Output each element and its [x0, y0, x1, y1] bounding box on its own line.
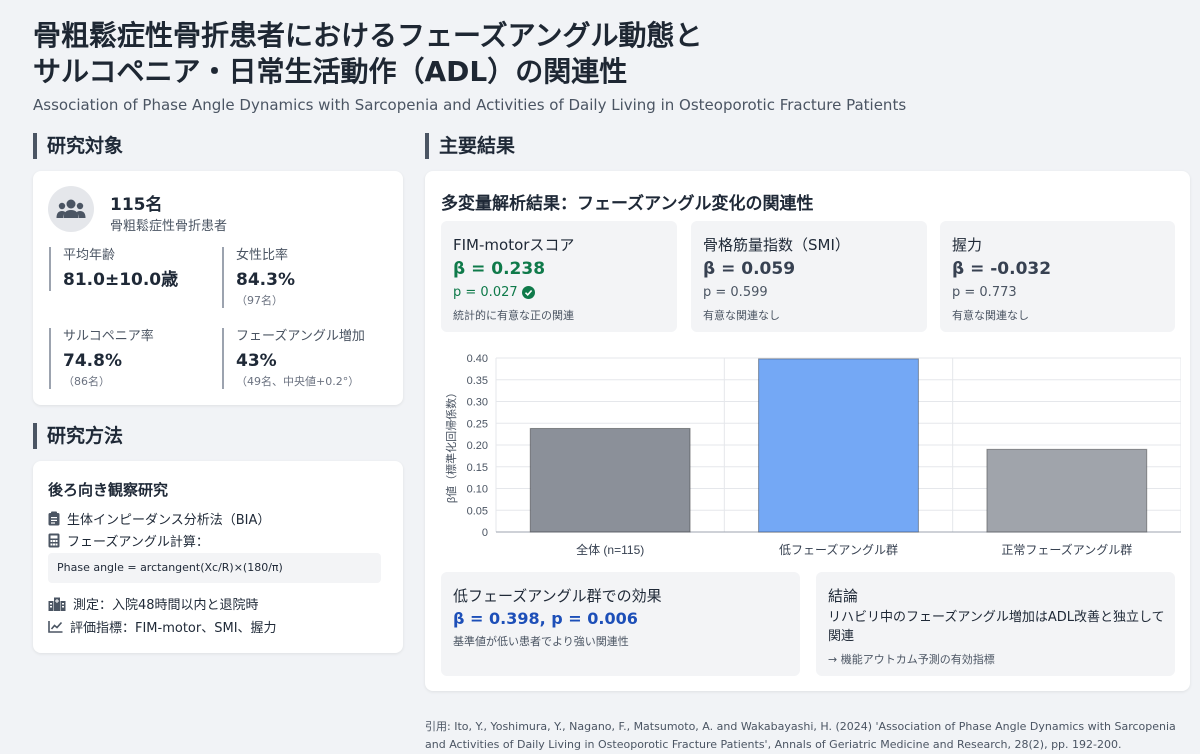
y-tick-label: 0.25 — [467, 418, 488, 430]
clipboard-icon — [48, 511, 60, 526]
bar-1 — [758, 358, 919, 533]
methods-heading: 研究方法 — [33, 423, 123, 449]
conclusion-box: 結論 リハビリ中のフェーズアングル増加はADL改善と独立して関連 → 機能アウト… — [816, 572, 1175, 676]
low-group-note: 基準値が低い患者でより強い関連性 — [453, 635, 629, 648]
low-group-stat: β = 0.398, p = 0.006 — [453, 609, 638, 628]
metric-grip-strength: 握力 β = -0.032 p = 0.773 有意な関連なし — [940, 221, 1175, 332]
calculator-icon — [48, 533, 60, 548]
indicators-label: 評価指標：FIM-motor、SMI、握力 — [70, 621, 277, 636]
y-tick-label: 0.35 — [467, 375, 488, 387]
subject-count: 115名 — [110, 195, 163, 215]
stat-label: 平均年齢 — [63, 248, 116, 263]
bia-row: 生体インピーダンス分析法（BIA） — [48, 509, 270, 528]
metric-p: p = 0.599 — [703, 285, 768, 300]
stat-sub: （86名） — [63, 375, 110, 388]
metric-fim-motor: FIM-motorスコア β = 0.238 p = 0.027 統計的に有意な… — [441, 221, 677, 332]
measurement-label: 測定：入院48時間以内と退院時 — [73, 598, 259, 613]
page-subtitle: Association of Phase Angle Dynamics with… — [33, 96, 907, 114]
low-group-title: 低フェーズアングル群での効果 — [453, 587, 662, 605]
subjects-heading: 研究対象 — [33, 133, 123, 159]
y-tick-label: 0.40 — [467, 353, 488, 365]
stat-value: 74.8% — [63, 351, 122, 371]
y-tick-label: 0.15 — [467, 462, 488, 474]
page-title: 骨粗鬆症性骨折患者におけるフェーズアングル動態と サルコペニア・日常生活動作（A… — [33, 18, 1153, 90]
stat-value: 84.3% — [236, 270, 295, 290]
stat-mean-age: 平均年齢 81.0±10.0歳 — [49, 247, 213, 291]
stat-phase-angle-increase: フェーズアングル増加 43% （49名、中央値+0.2°） — [222, 328, 406, 389]
stat-sub: （97名） — [236, 294, 283, 307]
metric-p-value: p = 0.027 — [453, 285, 518, 300]
conclusion-title: 結論 — [828, 587, 859, 605]
x-tick-label: 低フェーズアングル群 — [779, 542, 898, 557]
conclusion-text: リハビリ中のフェーズアングル増加はADL改善と独立して関連 — [828, 610, 1165, 644]
metric-p: p = 0.773 — [952, 285, 1017, 300]
bia-label: 生体インピーダンス分析法（BIA） — [67, 513, 271, 528]
bar-2 — [986, 448, 1148, 533]
calc-label: フェーズアングル計算： — [67, 535, 209, 550]
stat-label: フェーズアングル増加 — [236, 329, 365, 344]
low-phase-angle-box: 低フェーズアングル群での効果 β = 0.398, p = 0.006 基準値が… — [441, 572, 800, 676]
beta-bar-chart: 0 0.05 0.10 0.15 0.20 0.25 0.30 0.35 0.40 全体 (n=1… — [444, 353, 1181, 557]
stat-sarcopenia-rate: サルコペニア率 74.8% （86名） — [49, 328, 213, 389]
subjects-card: 115名 骨粗鬆症性骨折患者 平均年齢 81.0±10.0歳 女性比率 84.3… — [33, 171, 403, 405]
bar-0 — [529, 427, 691, 533]
metric-beta: β = -0.032 — [952, 259, 1052, 279]
y-tick-label: 0.20 — [467, 440, 488, 452]
stat-value: 81.0±10.0歳 — [63, 270, 179, 290]
metric-smi: 骨格筋量指数（SMI） β = 0.059 p = 0.599 有意な関連なし — [691, 221, 927, 332]
measurement-row: 測定：入院48時間以内と退院時 — [48, 594, 259, 613]
metric-beta: β = 0.059 — [703, 259, 796, 279]
subject-description: 骨粗鬆症性骨折患者 — [110, 219, 228, 234]
phase-angle-formula: Phase angle = arctangent(Xc/R)×(180/π) — [48, 553, 381, 583]
metric-note: 有意な関連なし — [703, 309, 780, 322]
metric-p: p = 0.027 — [453, 285, 535, 300]
title-line-2: サルコペニア・日常生活動作（ADL）の関連性 — [33, 55, 628, 88]
y-tick-label: 0.10 — [467, 484, 488, 496]
y-axis-label: β値（標準化回帰係数） — [444, 387, 458, 503]
stat-label: 女性比率 — [236, 248, 289, 263]
metric-note: 有意な関連なし — [952, 309, 1029, 322]
results-panel-title: 多変量解析結果：フェーズアングル変化の関連性 — [441, 194, 814, 214]
y-tick-label: 0.30 — [467, 397, 488, 409]
metric-name: 握力 — [952, 236, 983, 254]
check-circle-icon — [521, 286, 535, 299]
stat-sub: （49名、中央値+0.2°） — [236, 375, 360, 388]
results-heading: 主要結果 — [425, 133, 515, 159]
title-line-1: 骨粗鬆症性骨折患者におけるフェーズアングル動態と — [33, 19, 703, 52]
users-icon — [48, 186, 94, 232]
chart-line-icon — [48, 621, 63, 633]
y-tick-label: 0 — [482, 527, 488, 539]
stat-female-ratio: 女性比率 84.3% （97名） — [222, 247, 386, 308]
metric-name: FIM-motorスコア — [453, 236, 575, 254]
metric-note: 統計的に有意な正の関連 — [453, 309, 574, 322]
hospital-icon — [48, 597, 66, 611]
metric-beta: β = 0.238 — [453, 259, 546, 279]
metric-name: 骨格筋量指数（SMI） — [703, 236, 850, 254]
conclusion-note: → 機能アウトカム予測の有効指標 — [828, 653, 995, 666]
citation: 引用: Ito, Y., Yoshimura, Y., Nagano, F., … — [425, 720, 1176, 751]
y-tick-label: 0.05 — [467, 505, 488, 517]
indicators-row: 評価指標：FIM-motor、SMI、握力 — [48, 617, 277, 636]
results-card: 多変量解析結果：フェーズアングル変化の関連性 FIM-motorスコア β = … — [425, 171, 1190, 691]
methods-card: 後ろ向き観察研究 生体インピーダンス分析法（BIA） フェーズアングル計算： P… — [33, 461, 403, 653]
x-tick-label: 正常フェーズアングル群 — [1001, 542, 1132, 557]
calc-row: フェーズアングル計算： — [48, 531, 209, 550]
x-tick-label: 全体 (n=115) — [576, 542, 644, 557]
stat-label: サルコペニア率 — [63, 329, 154, 344]
stat-value: 43% — [236, 351, 277, 371]
study-design: 後ろ向き観察研究 — [48, 481, 169, 499]
